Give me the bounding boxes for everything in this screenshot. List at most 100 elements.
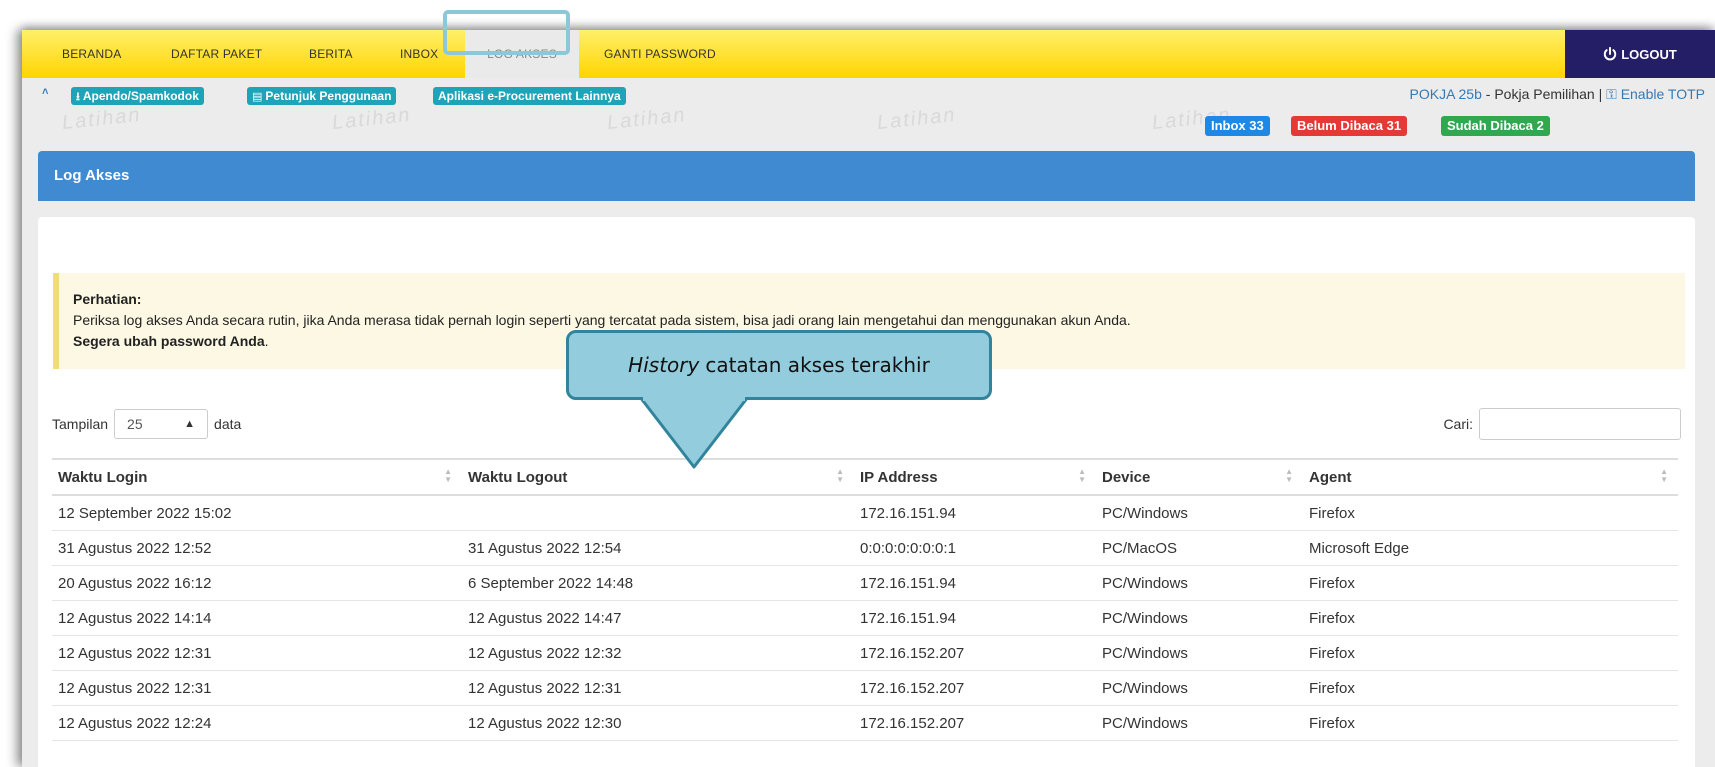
cell-ip-address: 172.16.152.207 — [854, 705, 1096, 741]
search-control: Cari: — [1443, 408, 1681, 440]
col-label: Device — [1102, 468, 1151, 486]
table-row: 12 Agustus 2022 12:31 12 Agustus 2022 12… — [52, 670, 1678, 706]
aplikasi-label: Aplikasi e-Procurement Lainnya — [438, 89, 621, 103]
length-suffix: data — [214, 416, 242, 432]
cell-waktu-login: 12 Agustus 2022 12:31 — [52, 670, 462, 706]
length-value: 25 — [127, 416, 143, 432]
table-header-row: Waktu Login ▲ ▼ Waktu Logout ▲ ▼ IP Address ▲… — [52, 458, 1678, 496]
log-table: Waktu Login ▲ ▼ Waktu Logout ▲ ▼ IP Address ▲… — [52, 458, 1678, 741]
cell-device: PC/Windows — [1096, 495, 1303, 531]
download-icon: ⭳ — [76, 91, 80, 103]
cell-ip-address: 0:0:0:0:0:0:0:1 — [854, 530, 1096, 566]
col-ip-address[interactable]: IP Address ▲ ▼ — [854, 458, 1096, 496]
apendo-label: Apendo/Spamkodok — [82, 89, 199, 103]
key-icon[interactable]: ⚿ — [1606, 86, 1617, 102]
search-label: Cari: — [1443, 416, 1473, 432]
badge-sudah-dibaca[interactable]: Sudah Dibaca 2 — [1441, 116, 1550, 136]
table-row: 12 Agustus 2022 12:31 12 Agustus 2022 12… — [52, 635, 1678, 671]
user-info: POKJA 25b - Pokja Pemilihan | ⚿ Enable T… — [1410, 86, 1706, 103]
col-waktu-logout[interactable]: Waktu Logout ▲ ▼ — [462, 458, 854, 496]
petunjuk-label: Petunjuk Penggunaan — [265, 89, 392, 103]
alert-message: Periksa log akses Anda secara rutin, jik… — [73, 312, 1131, 328]
alert-period: . — [264, 333, 269, 349]
sort-icon: ▲ ▼ — [444, 467, 452, 484]
col-label: Agent — [1309, 468, 1352, 486]
aplikasi-button[interactable]: Aplikasi e-Procurement Lainnya — [433, 87, 626, 105]
table-row: 31 Agustus 2022 12:52 31 Agustus 2022 12… — [52, 530, 1678, 566]
book-icon: ▤ — [252, 91, 263, 103]
top-navbar: BERANDA DAFTAR PAKET BERITA INBOX LOG AK… — [22, 30, 1715, 78]
col-label: IP Address — [860, 468, 938, 486]
cell-ip-address: 172.16.151.94 — [854, 565, 1096, 601]
enable-totp-link[interactable]: Enable TOTP — [1621, 86, 1705, 102]
nav-berita[interactable]: BERITA — [309, 30, 353, 78]
nav-inbox[interactable]: INBOX — [400, 30, 438, 78]
badge-belum-dibaca[interactable]: Belum Dibaca 31 — [1291, 116, 1408, 136]
length-label: Tampilan — [52, 416, 109, 432]
apendo-button[interactable]: ⭳ Apendo/Spamkodok — [71, 87, 204, 105]
cell-ip-address: 172.16.152.207 — [854, 670, 1096, 706]
cell-waktu-login: 31 Agustus 2022 12:52 — [52, 530, 462, 566]
cell-waktu-logout: 12 Agustus 2022 12:32 — [462, 635, 854, 671]
cell-device: PC/Windows — [1096, 600, 1303, 636]
cell-waktu-logout: 12 Agustus 2022 12:31 — [462, 670, 854, 706]
cell-device: PC/Windows — [1096, 635, 1303, 671]
sort-icon: ▲ ▼ — [1285, 467, 1293, 484]
logout-label: LOGOUT — [1621, 46, 1677, 62]
col-waktu-login[interactable]: Waktu Login ▲ ▼ — [52, 458, 462, 496]
callout-italic: History — [628, 353, 700, 377]
sort-icon: ▲ ▼ — [1660, 467, 1668, 484]
cell-agent: Firefox — [1303, 635, 1678, 671]
logout-button[interactable]: LOGOUT — [1565, 30, 1715, 78]
cell-waktu-logout: 12 Agustus 2022 12:30 — [462, 705, 854, 741]
nav-ganti-password[interactable]: GANTI PASSWORD — [604, 30, 716, 78]
cell-ip-address: 172.16.151.94 — [854, 600, 1096, 636]
table-row: 12 Agustus 2022 14:14 12 Agustus 2022 14… — [52, 600, 1678, 636]
user-group-link[interactable]: POKJA 25b — [1410, 86, 1482, 102]
length-select[interactable]: 25 ▲︎ — [114, 409, 209, 439]
cell-device: PC/Windows — [1096, 565, 1303, 601]
cell-device: PC/Windows — [1096, 670, 1303, 706]
cell-agent: Firefox — [1303, 705, 1678, 741]
callout-annotation: History catatan akses terakhir — [566, 330, 992, 400]
cell-waktu-logout: 12 Agustus 2022 14:47 — [462, 600, 854, 636]
cell-waktu-logout: 6 September 2022 14:48 — [462, 565, 854, 601]
callout-text: catatan akses terakhir — [705, 353, 930, 377]
search-input[interactable] — [1479, 408, 1681, 440]
nav-beranda[interactable]: BERANDA — [62, 30, 121, 78]
panel-body: Perhatian: Periksa log akses Anda secara… — [38, 217, 1695, 767]
nav-daftar-paket[interactable]: DAFTAR PAKET — [171, 30, 262, 78]
select-arrows-icon: ▲︎ — [184, 418, 196, 430]
cell-agent: Firefox — [1303, 565, 1678, 601]
power-icon — [1604, 47, 1617, 61]
cell-waktu-logout — [462, 495, 854, 531]
col-label: Waktu Logout — [468, 468, 568, 486]
cell-agent: Firefox — [1303, 670, 1678, 706]
cell-waktu-login: 12 September 2022 15:02 — [52, 495, 462, 531]
cell-agent: Firefox — [1303, 495, 1678, 531]
cell-device: PC/Windows — [1096, 705, 1303, 741]
collapse-chevron-icon[interactable]: ˄ — [42, 86, 48, 98]
col-label: Waktu Login — [58, 468, 148, 486]
sort-icon: ▲ ▼ — [836, 467, 844, 484]
cell-waktu-login: 12 Agustus 2022 12:31 — [52, 635, 462, 671]
toolbar: ˄ ⭳ Apendo/Spamkodok ▤ Petunjuk Penggunaan… — [22, 78, 1715, 110]
col-agent[interactable]: Agent ▲ ▼ — [1303, 458, 1678, 496]
petunjuk-button[interactable]: ▤ Petunjuk Penggunaan — [247, 87, 397, 105]
cell-agent: Firefox — [1303, 600, 1678, 636]
cell-ip-address: 172.16.151.94 — [854, 495, 1096, 531]
badge-inbox[interactable]: Inbox 33 — [1205, 116, 1270, 136]
user-role: - Pokja Pemilihan | — [1485, 86, 1603, 102]
cell-device: PC/MacOS — [1096, 530, 1303, 566]
col-device[interactable]: Device ▲ ▼ — [1096, 458, 1303, 496]
table-row: 12 Agustus 2022 12:24 12 Agustus 2022 12… — [52, 705, 1678, 741]
alert-heading: Perhatian: — [73, 291, 142, 307]
highlight-box — [443, 10, 570, 55]
cell-waktu-login: 12 Agustus 2022 12:24 — [52, 705, 462, 741]
cell-waktu-logout: 31 Agustus 2022 12:54 — [462, 530, 854, 566]
length-control: Tampilan 25 ▲︎ data — [52, 409, 241, 439]
cell-ip-address: 172.16.152.207 — [854, 635, 1096, 671]
cell-waktu-login: 20 Agustus 2022 16:12 — [52, 565, 462, 601]
panel-title: Log Akses — [38, 151, 1695, 201]
cell-waktu-login: 12 Agustus 2022 14:14 — [52, 600, 462, 636]
